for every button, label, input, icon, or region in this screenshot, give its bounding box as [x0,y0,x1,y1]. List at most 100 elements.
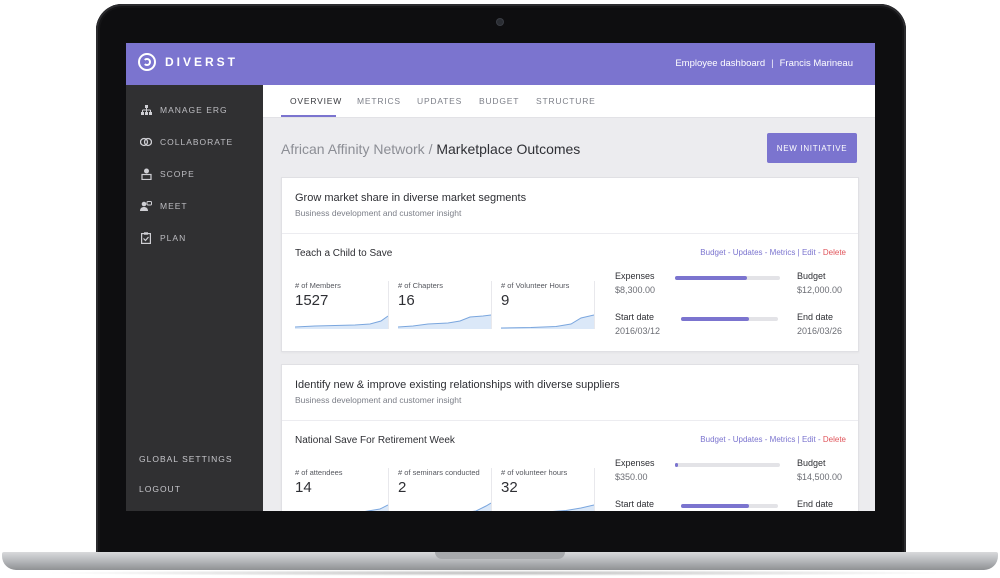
metrics-link[interactable]: Metrics [770,248,796,257]
budget-value: $14,500.00 [797,472,843,482]
start-date-label: Start date [615,312,655,322]
laptop-shadow [40,570,960,576]
metric-value: 9 [501,292,510,309]
expenses-label: Expenses [615,271,655,281]
outcome-title: Grow market share in diverse market segm… [295,192,527,204]
end-date-label: End date [797,499,834,509]
updates-link[interactable]: Updates [733,435,763,444]
budget-label: Budget [797,271,826,281]
sidebar-item-manage-erg[interactable]: MANAGE ERG [140,104,228,116]
link-separator: - [725,435,733,444]
brand-name: DIVERST [165,55,239,69]
budget-value: $12,000.00 [797,285,843,295]
edit-link[interactable]: Edit [802,435,816,444]
metric-label: # of seminars conducted [398,468,480,477]
updates-link[interactable]: Updates [733,248,763,257]
new-initiative-button[interactable]: NEW INITIATIVE [767,133,857,163]
delete-link[interactable]: Delete [823,435,846,444]
scope-icon [140,168,152,180]
tab-metrics[interactable]: METRICS [357,96,401,106]
nav-separator: | [771,58,774,69]
sidebar: MANAGE ERG COLLABORATE SCOPE MEET PLAN G… [126,85,263,511]
initiative-name[interactable]: National Save For Retirement Week [295,435,455,446]
metric-attendees: # of attendees 14 [295,468,389,511]
initiative-actions: Budget - Updates - Metrics | Edit - Dele… [700,248,846,257]
sidebar-item-plan[interactable]: PLAN [140,232,186,244]
breadcrumb-parent[interactable]: African Affinity Network / [281,141,432,157]
outcome-card: Grow market share in diverse market segm… [281,177,859,352]
timeline-progress [681,504,778,508]
metric-value: 14 [295,479,312,496]
metric-label: # of Volunteer Hours [501,281,570,290]
logout-link[interactable]: LOGOUT [139,484,181,494]
top-bar: DIVERST Employee dashboard | Francis Mar… [126,43,875,85]
sparkline [295,315,388,329]
expenses-value: $350.00 [615,472,648,482]
link-separator: - [762,248,770,257]
link-separator: - [762,435,770,444]
org-chart-icon [140,104,152,116]
tab-overview[interactable]: OVERVIEW [290,96,342,106]
breadcrumb-current: Marketplace Outcomes [436,141,581,157]
metric-label: # of Chapters [398,281,444,290]
sparkline [472,502,491,511]
budget-link[interactable]: Budget [700,248,725,257]
sidebar-item-label: SCOPE [160,169,195,179]
link-separator: - [815,248,823,257]
expenses-value: $8,300.00 [615,285,656,295]
timeline-progress-fill [681,504,749,508]
sidebar-item-collaborate[interactable]: COLLABORATE [140,136,233,148]
sparkline [552,504,594,511]
link-separator: - [815,435,823,444]
employee-dashboard-link[interactable]: Employee dashboard [675,58,765,69]
timeline-progress-fill [681,317,749,321]
metric-value: 16 [398,292,415,309]
sidebar-item-meet[interactable]: MEET [140,200,188,212]
start-date-value: 2016/03/12 [615,326,661,336]
tab-structure[interactable]: STRUCTURE [536,96,596,106]
outcome-subtitle: Business development and customer insigh… [295,208,462,218]
end-date-value: 2016/03/26 [797,326,843,336]
initiative-actions: Budget - Updates - Metrics | Edit - Dele… [700,435,846,444]
outcome-card: Identify new & improve existing relation… [281,364,859,511]
metric-value: 32 [501,479,518,496]
tab-budget[interactable]: BUDGET [479,96,519,106]
expenses-progress [675,276,780,280]
clipboard-icon [140,232,152,244]
sparkline [364,504,388,511]
metric-chapters: # of Chapters 16 [398,281,492,329]
outcome-subtitle: Business development and customer insigh… [295,395,462,405]
metric-members: # of Members 1527 [295,281,389,329]
diverst-logo-icon [138,53,156,71]
expenses-progress-fill [675,276,748,280]
global-settings-link[interactable]: GLOBAL SETTINGS [139,454,233,464]
metric-volunteer-hours: # of Volunteer Hours 9 [501,281,595,329]
expenses-progress-fill [675,463,678,467]
delete-link[interactable]: Delete [823,248,846,257]
outcome-title: Identify new & improve existing relation… [295,379,620,391]
user-name-link[interactable]: Francis Marineau [780,58,853,69]
metric-label: # of volunteer hours [501,468,568,477]
metric-seminars: # of seminars conducted 2 [398,468,492,511]
webcam [497,19,503,25]
active-tab-indicator [281,115,336,117]
metric-label: # of attendees [295,468,343,477]
expenses-progress [675,463,780,467]
initiative-name[interactable]: Teach a Child to Save [295,248,392,259]
sidebar-item-label: MEET [160,201,188,211]
edit-link[interactable]: Edit [802,248,816,257]
app-screen: DIVERST Employee dashboard | Francis Mar… [126,43,875,511]
collaborate-icon [140,136,152,148]
metrics-link[interactable]: Metrics [770,435,796,444]
sidebar-item-scope[interactable]: SCOPE [140,168,195,180]
timeline-progress [681,317,778,321]
sparkline [398,314,491,329]
tab-updates[interactable]: UPDATES [417,96,462,106]
meet-icon [140,200,152,212]
laptop-notch [435,552,565,559]
brand-logo[interactable]: DIVERST [138,53,238,71]
budget-link[interactable]: Budget [700,435,725,444]
sidebar-item-label: MANAGE ERG [160,105,228,115]
metric-value: 1527 [295,292,329,309]
page-title: African Affinity Network / Marketplace O… [281,141,580,157]
